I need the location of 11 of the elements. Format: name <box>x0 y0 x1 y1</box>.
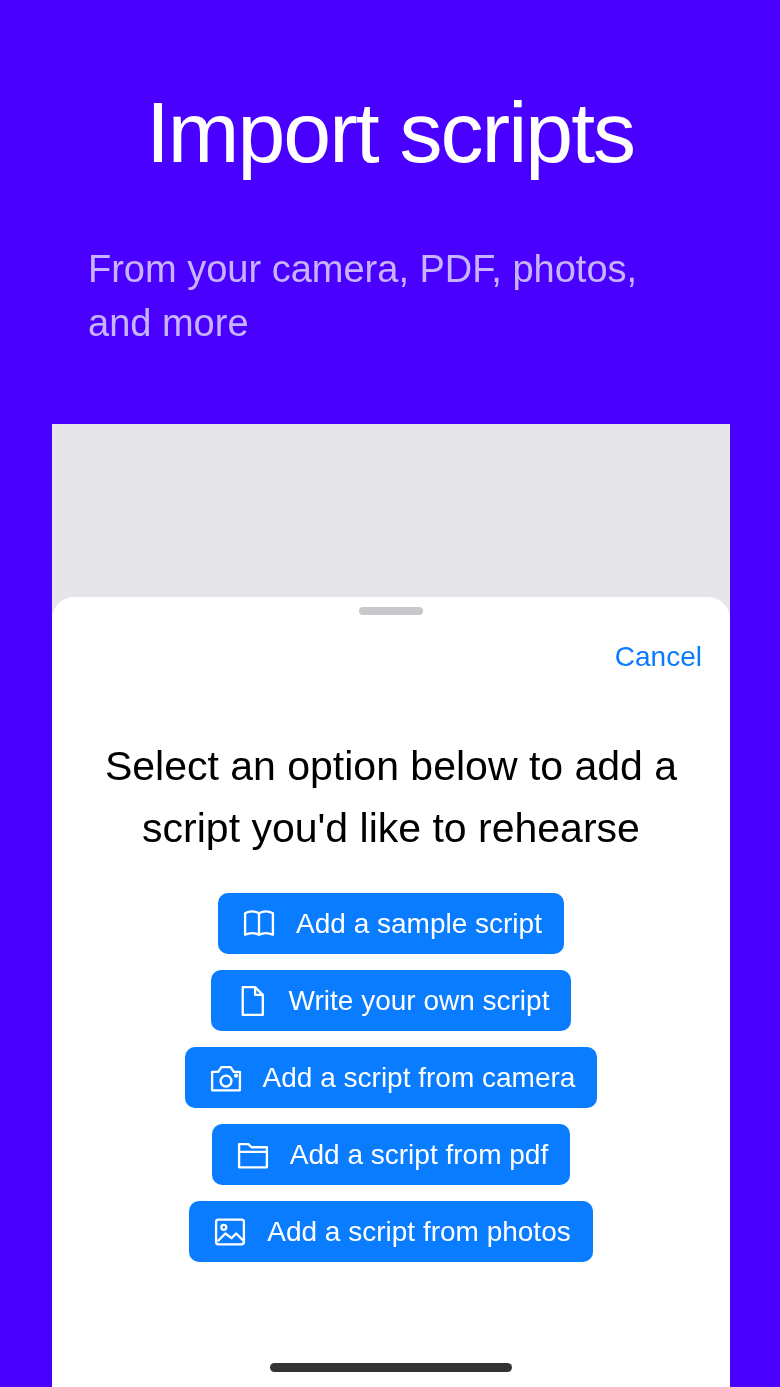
option-button[interactable]: Add a script from pdf <box>211 1124 571 1185</box>
cancel-button[interactable]: Cancel <box>614 641 702 673</box>
subtitle: From your camera, PDF, photos, and more <box>88 247 639 346</box>
option-button[interactable]: Add a script from camera <box>184 1047 598 1108</box>
option-button[interactable]: Add a script from photos <box>189 1201 593 1262</box>
headline: Import scripts <box>144 83 636 182</box>
home-indicator[interactable] <box>270 1363 512 1372</box>
option-button[interactable]: Add a sample script <box>218 893 564 954</box>
option-button[interactable]: Write your own script <box>210 970 572 1031</box>
sheet-grabber[interactable] <box>359 607 423 615</box>
sheet-prompt: Select an option below to add a script you'd like to rehearse <box>103 742 679 853</box>
